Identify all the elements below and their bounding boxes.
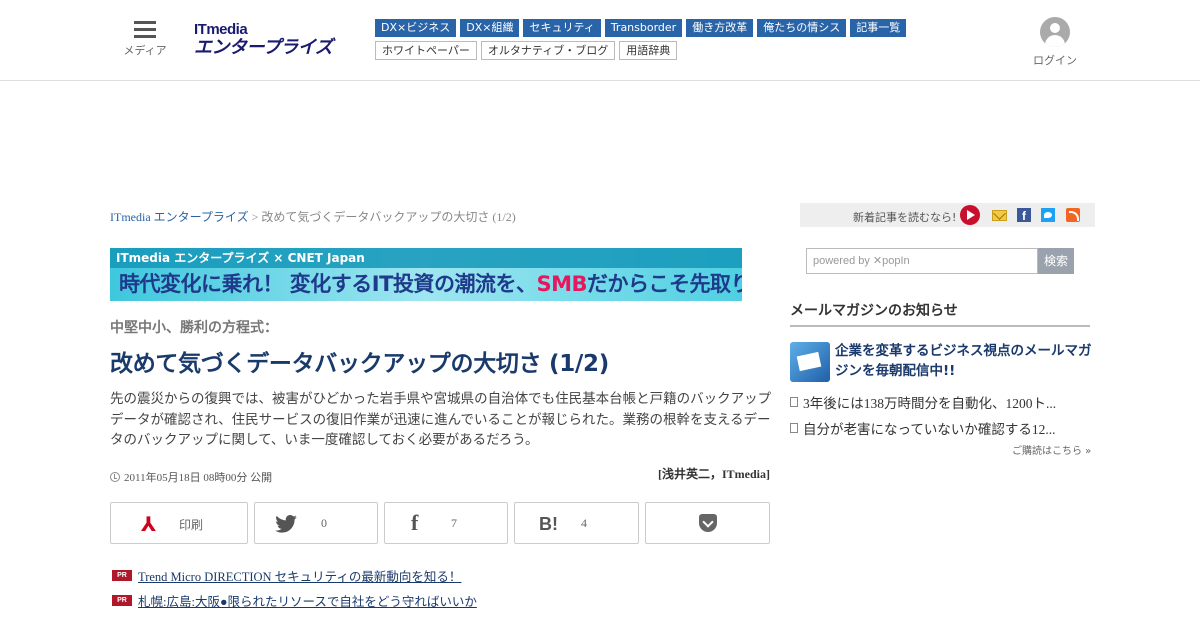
pr-badge: PR [112, 595, 132, 606]
news-follow-bar: 新着記事を読むなら! f [800, 203, 1095, 227]
nav-item-article-list[interactable]: 記事一覧 [850, 19, 907, 37]
pr-links: PR Trend Micro DIRECTION セキュリティの最新動向を知る！… [112, 563, 772, 613]
publish-date: 2011年05月18日 08時00分 公開 [110, 469, 272, 485]
facebook-count: 7 [451, 516, 457, 530]
list-item: PR 札幌:広島:大阪●限られたリソースで自社をどう守ればいいか [112, 588, 772, 613]
smb-campaign-banner[interactable]: ITmedia エンタープライズ × CNET Japan 時代変化に乗れ！ 変… [110, 248, 742, 301]
media-menu-button[interactable]: メディア [118, 20, 172, 58]
pdf-icon: ⅄ [141, 512, 157, 536]
print-label: 印刷 [179, 518, 204, 532]
mailmag-item-title: 3年後には138万時間分を自動化、1200ト... [803, 396, 1057, 411]
logo-itmedia: ITmedia [194, 21, 248, 38]
article-author: [浅井英二，ITmedia] [658, 467, 770, 481]
banner-headline-part1: 時代変化に乗れ！ 変化するIT投資の潮流を、 [119, 272, 537, 296]
mailmag-item-title: 自分が老害になっていないか確認する12... [803, 422, 1056, 437]
share-bar: ⅄ 印刷 0 f 7 B! 4 [110, 502, 770, 544]
twitter-icon [275, 515, 297, 533]
logo-enterprise: エンタープライズ [194, 37, 333, 57]
list-item[interactable]: 自分が老害になっていないか確認する12... [790, 415, 1090, 441]
banner-header: ITmedia エンタープライズ × CNET Japan [110, 248, 742, 268]
article-title: 改めて気づくデータバックアップの大切さ (1/2) [110, 351, 609, 377]
list-item[interactable]: 3年後には138万時間分を自動化、1200ト... [790, 389, 1090, 415]
mail-magazine-icon [790, 342, 830, 382]
twitter-count: 0 [321, 516, 327, 530]
search-input[interactable]: powered by ✕popIn [806, 248, 1038, 274]
breadcrumb: ITmedia エンタープライズ > 改めて気づくデータバックアップの大切さ (… [110, 208, 516, 225]
nav-item-dx-business[interactable]: DX×ビジネス [375, 19, 457, 37]
avatar-icon [1040, 17, 1070, 47]
search-button[interactable]: 検索 [1038, 248, 1074, 274]
nav-item-work-style[interactable]: 働き方改革 [686, 19, 754, 37]
mailmag-promo-link[interactable]: 企業を変革するビジネス視点のメールマガジンを毎朝配信中!! [835, 341, 1093, 381]
banner-highlight: SMB [536, 272, 587, 296]
pr-link[interactable]: 札幌:広島:大阪●限られたリソースで自社をどう守ればいいか [138, 591, 477, 610]
print-button[interactable]: ⅄ 印刷 [110, 502, 248, 544]
nav-item-jousys[interactable]: 俺たちの情シス [757, 19, 847, 37]
rss-icon[interactable] [1066, 208, 1080, 222]
site-search: powered by ✕popIn 検索 [806, 248, 1074, 274]
mailmag-list: 3年後には138万時間分を自動化、1200ト... 自分が老害になっていないか確… [790, 389, 1090, 441]
nav-secondary: ホワイトペーパー オルタナティブ・ブログ 用語辞典 [375, 41, 935, 60]
nav-item-transborder[interactable]: Transborder [604, 19, 683, 37]
mailmag-heading: メールマガジンのお知らせ [790, 300, 1090, 327]
hatena-bookmark-icon: B! [539, 514, 558, 534]
twitter-icon[interactable] [1041, 208, 1055, 222]
breadcrumb-current: 改めて気づくデータバックアップの大切さ (1/2) [261, 210, 516, 224]
site-logo[interactable]: ITmedia エンタープライズ [194, 22, 346, 58]
list-item: PR Trend Micro DIRECTION セキュリティの最新動向を知る！ [112, 563, 772, 588]
login-label: ログイン [1033, 54, 1077, 67]
pocket-icon [699, 514, 717, 532]
clock-icon [110, 472, 120, 482]
facebook-icon[interactable]: f [1017, 208, 1031, 223]
site-header: メディア ITmedia エンタープライズ DX×ビジネス DX×組織 セキュリ… [0, 0, 1200, 81]
nav-item-whitepaper[interactable]: ホワイトペーパー [375, 41, 477, 60]
publish-date-text: 2011年05月18日 08時00分 公開 [124, 472, 273, 484]
hatena-bookmark-button[interactable]: B! 4 [514, 502, 639, 544]
facebook-icon: f [411, 510, 419, 535]
hatena-count: 4 [581, 516, 587, 530]
breadcrumb-home-link[interactable]: ITmedia エンタープライズ [110, 210, 249, 224]
document-icon [790, 397, 798, 407]
arrow-right-icon[interactable] [960, 205, 980, 225]
pr-badge: PR [112, 570, 132, 581]
login-button[interactable]: ログイン [1030, 17, 1080, 68]
banner-headline-part2: だからこそ先取りする！ [586, 272, 742, 296]
hamburger-icon [134, 20, 156, 38]
news-follow-label: 新着記事を読むなら! [853, 211, 957, 224]
nav-item-security[interactable]: セキュリティ [523, 19, 601, 37]
nav-item-dx-organization[interactable]: DX×組織 [460, 19, 520, 37]
nav-item-glossary[interactable]: 用語辞典 [619, 41, 678, 60]
article-kicker: 中堅中小、勝利の方程式： [110, 320, 278, 336]
document-icon [790, 423, 798, 433]
main-nav: DX×ビジネス DX×組織 セキュリティ Transborder 働き方改革 俺… [375, 19, 935, 64]
mailmag-subscribe-link[interactable]: ご購読はこちら » [1012, 442, 1091, 457]
pocket-button[interactable] [645, 502, 770, 544]
twitter-share-button[interactable]: 0 [254, 502, 378, 544]
mail-icon[interactable] [992, 210, 1007, 221]
facebook-share-button[interactable]: f 7 [384, 502, 508, 544]
nav-item-alternative-blog[interactable]: オルタナティブ・ブログ [480, 41, 616, 60]
breadcrumb-separator: > [248, 210, 262, 224]
article-lead: 先の震災からの復興では、被害がひどかった岩手県や宮城県の自治体でも住民基本台帳と… [110, 391, 772, 448]
banner-headline: 時代変化に乗れ！ 変化するIT投資の潮流を、SMBだからこそ先取りする！ [119, 271, 742, 297]
nav-primary: DX×ビジネス DX×組織 セキュリティ Transborder 働き方改革 俺… [375, 19, 935, 37]
media-menu-label: メディア [123, 44, 167, 57]
pr-link[interactable]: Trend Micro DIRECTION セキュリティの最新動向を知る！ [138, 566, 461, 585]
